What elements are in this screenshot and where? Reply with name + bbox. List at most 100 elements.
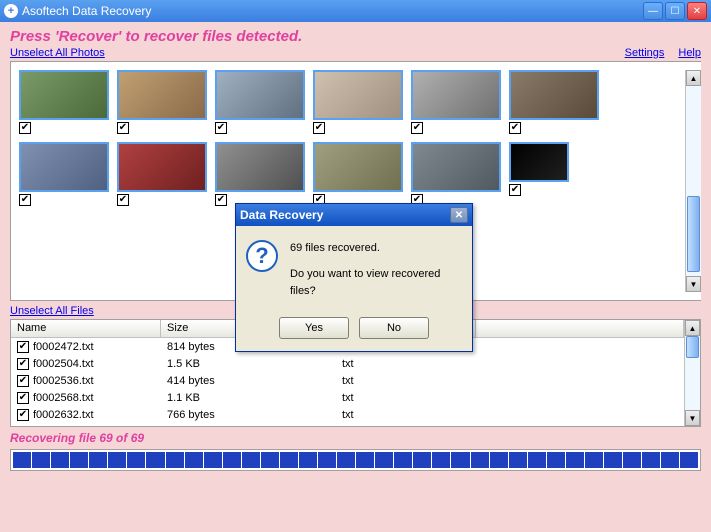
photo-checkbox[interactable]: ✔ [117,122,129,134]
progress-segment [261,452,279,468]
question-icon: ? [246,240,278,272]
photo-item[interactable]: ✔ [509,142,569,206]
scroll-up-button[interactable]: ▲ [685,320,700,336]
table-row[interactable]: ✔f0002632.txt766 bytestxt [11,406,684,423]
photo-thumbnail[interactable] [117,142,207,192]
unselect-files-link[interactable]: Unselect All Files [10,305,94,317]
table-scrollbar[interactable]: ▲ ▼ [684,320,700,426]
dialog-line1: 69 files recovered. [290,240,462,258]
photo-thumbnail[interactable] [313,70,403,120]
photo-item[interactable]: ✔ [411,70,501,134]
photo-item[interactable]: ✔ [313,70,403,134]
progress-segment [146,452,164,468]
photo-thumbnail[interactable] [411,142,501,192]
yes-button[interactable]: Yes [279,317,349,339]
help-link[interactable]: Help [678,47,701,59]
file-extension: txt [336,409,476,421]
file-checkbox[interactable]: ✔ [17,392,29,404]
photo-checkbox[interactable]: ✔ [19,194,31,206]
photo-thumbnail[interactable] [19,70,109,120]
table-row[interactable]: ✔f0002568.txt1.1 KBtxt [11,389,684,406]
photo-checkbox[interactable]: ✔ [509,184,521,196]
photo-checkbox[interactable]: ✔ [411,122,423,134]
progress-segment [166,452,184,468]
progress-segment [604,452,622,468]
progress-segment [13,452,31,468]
photo-checkbox[interactable]: ✔ [215,194,227,206]
close-button[interactable]: ✕ [687,2,707,20]
photo-item[interactable]: ✔ [19,142,109,206]
progress-segment [32,452,50,468]
progress-segment [642,452,660,468]
column-name[interactable]: Name [11,320,161,337]
progress-segment [89,452,107,468]
photo-thumbnail[interactable] [411,70,501,120]
photo-item[interactable]: ✔ [117,70,207,134]
dialog-line2: Do you want to view recovered files? [290,266,462,301]
instruction-text: Press 'Recover' to recover files detecte… [10,28,701,45]
scroll-down-button[interactable]: ▼ [685,410,700,426]
progress-segment [566,452,584,468]
file-extension: txt [336,392,476,404]
progress-segment [413,452,431,468]
dialog-title: Data Recovery [240,208,450,222]
file-checkbox[interactable]: ✔ [17,409,29,421]
unselect-photos-link[interactable]: Unselect All Photos [10,47,105,59]
photo-checkbox[interactable]: ✔ [19,122,31,134]
scroll-up-button[interactable]: ▲ [686,70,701,86]
progress-segment [280,452,298,468]
photo-thumbnail[interactable] [509,70,599,120]
photo-checkbox[interactable]: ✔ [313,122,325,134]
progress-segment [547,452,565,468]
progress-segment [471,452,489,468]
minimize-button[interactable]: — [643,2,663,20]
photo-thumbnail[interactable] [313,142,403,192]
file-checkbox[interactable]: ✔ [17,358,29,370]
progress-bar [10,449,701,471]
scroll-thumb[interactable] [686,336,699,358]
photo-checkbox[interactable]: ✔ [117,194,129,206]
photo-checkbox[interactable]: ✔ [509,122,521,134]
photo-scrollbar[interactable]: ▲ ▼ [685,70,701,292]
progress-segment [680,452,698,468]
photo-item[interactable]: ✔ [411,142,501,206]
progress-segment [185,452,203,468]
file-name: f0002536.txt [33,375,94,387]
titlebar: + Asoftech Data Recovery — ☐ ✕ [0,0,711,22]
file-size: 414 bytes [161,375,336,387]
photo-thumbnail[interactable] [215,142,305,192]
progress-segment [337,452,355,468]
photo-item[interactable]: ✔ [215,70,305,134]
scroll-thumb[interactable] [687,196,700,272]
photo-item[interactable]: ✔ [509,70,599,134]
photo-item[interactable]: ✔ [313,142,403,206]
table-row[interactable]: ✔f0002504.txt1.5 KBtxt [11,355,684,372]
photo-item[interactable]: ✔ [117,142,207,206]
file-checkbox[interactable]: ✔ [17,375,29,387]
maximize-button[interactable]: ☐ [665,2,685,20]
photo-thumbnail[interactable] [19,142,109,192]
scroll-down-button[interactable]: ▼ [686,276,701,292]
progress-segment [375,452,393,468]
progress-segment [451,452,469,468]
photo-thumbnail[interactable] [117,70,207,120]
scroll-track[interactable] [685,336,700,410]
photo-thumbnail[interactable] [509,142,569,182]
photo-item[interactable]: ✔ [19,70,109,134]
scroll-track[interactable] [686,86,701,276]
file-name: f0002504.txt [33,358,94,370]
photo-item[interactable]: ✔ [215,142,305,206]
app-window: + Asoftech Data Recovery — ☐ ✕ Press 'Re… [0,0,711,532]
file-size: 1.1 KB [161,392,336,404]
progress-segment [127,452,145,468]
file-checkbox[interactable]: ✔ [17,341,29,353]
progress-segment [661,452,679,468]
dialog-titlebar: Data Recovery ✕ [236,204,472,226]
app-title: Asoftech Data Recovery [22,4,643,18]
photo-checkbox[interactable]: ✔ [215,122,227,134]
photo-thumbnail[interactable] [215,70,305,120]
no-button[interactable]: No [359,317,429,339]
settings-link[interactable]: Settings [625,47,665,59]
table-row[interactable]: ✔f0002536.txt414 bytestxt [11,372,684,389]
dialog-close-button[interactable]: ✕ [450,207,468,223]
